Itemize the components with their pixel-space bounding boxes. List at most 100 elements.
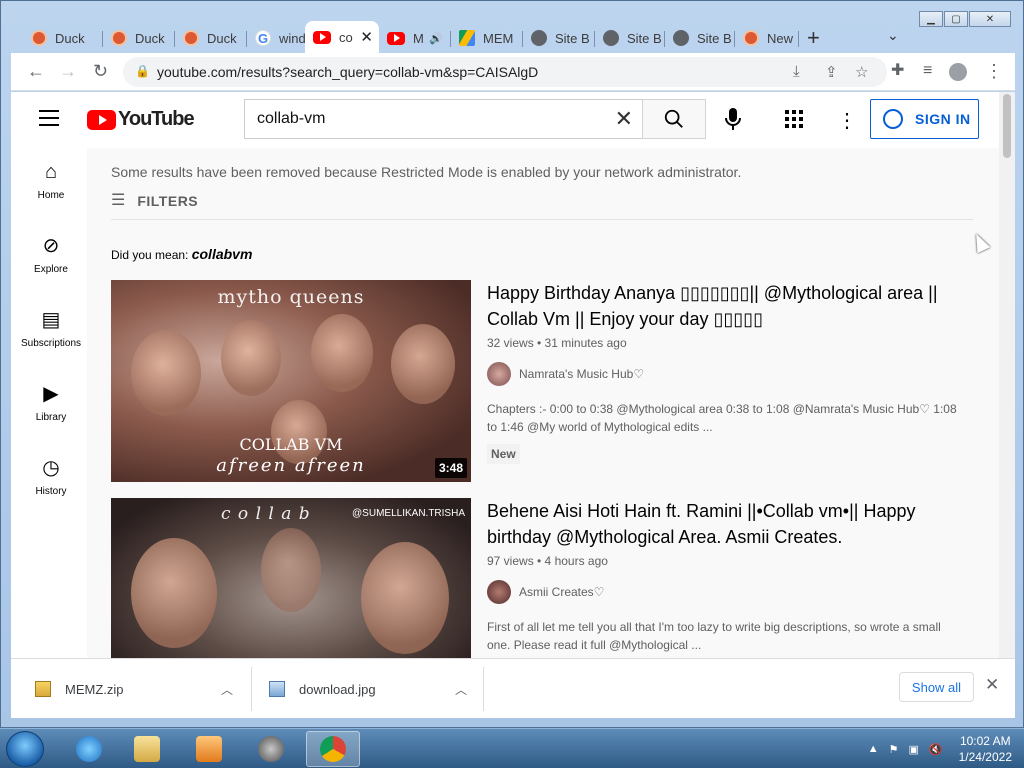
tab-duckduckgo-2[interactable]: Duck [103, 23, 175, 53]
google-icon: G [255, 30, 271, 46]
guide-label: Home [37, 190, 65, 201]
channel-avatar [487, 580, 511, 604]
tab-site-1[interactable]: Site B [523, 23, 595, 53]
download-bar: MEMZ.zip ︿ download.jpg ︿ Show all ✕ [11, 658, 1015, 718]
tab-label: Site B [555, 30, 590, 46]
start-button[interactable] [6, 731, 44, 767]
file-explorer-taskbar-icon[interactable] [120, 731, 174, 767]
tab-google[interactable]: Gwindo [247, 23, 307, 53]
filters-button[interactable]: ☰ FILTERS [111, 192, 973, 220]
guide-item-library[interactable]: ▶ Library [11, 382, 91, 423]
tab-new[interactable]: New [735, 23, 799, 53]
clear-search-icon[interactable]: ✕ [615, 106, 633, 132]
thumbnail-text: mytho queens [217, 286, 365, 308]
download-item-jpg[interactable]: download.jpg ︿ [269, 659, 483, 719]
microphone-icon[interactable] [724, 107, 742, 131]
back-arrow-icon[interactable]: ← [27, 61, 45, 81]
tab-label: MEM [483, 30, 514, 46]
raccoon-app-taskbar-icon[interactable] [244, 731, 298, 767]
duration-badge: 3:48 [434, 458, 467, 478]
video-stats: 97 views • 4 hours ago [487, 554, 608, 568]
youtube-icon [313, 30, 331, 44]
tab-youtube-audio[interactable]: M 🔊 [379, 23, 451, 53]
tab-site-3[interactable]: Site B [665, 23, 735, 53]
install-icon[interactable]: ⤓ [793, 63, 800, 80]
apps-grid-icon[interactable] [785, 110, 803, 128]
sign-in-button[interactable]: SIGN IN [870, 99, 979, 139]
chrome-menu-icon[interactable]: ⋮ [985, 61, 1003, 81]
close-tab-icon[interactable]: ✕ [360, 28, 373, 46]
home-icon: ⌂ [44, 161, 58, 183]
lock-icon: 🔒 [135, 64, 150, 78]
media-control-icon[interactable]: ≡ [923, 61, 932, 81]
share-icon[interactable]: ⇪ [825, 63, 838, 81]
video-title[interactable]: Happy Birthday Ananya ▯▯▯▯▯▯▯|| @Mytholo… [487, 280, 967, 332]
guide-item-explore[interactable]: ⊘ Explore [11, 234, 91, 275]
settings-more-icon[interactable]: ⋮ [837, 108, 857, 133]
search-input[interactable]: collab-vm ✕ [244, 99, 643, 139]
tab-label: Duck [135, 30, 165, 46]
download-filename: MEMZ.zip [65, 681, 124, 697]
channel-name: Asmii Creates♡ [519, 585, 605, 599]
tab-duckduckgo-3[interactable]: Duck [175, 23, 247, 53]
clock[interactable]: 10:02 AM 1/24/2022 [959, 733, 1012, 765]
close-download-bar-icon[interactable]: ✕ [985, 675, 999, 695]
profile-avatar-icon[interactable] [949, 63, 967, 81]
youtube-icon [387, 31, 405, 45]
channel-link[interactable]: Namrata's Music Hub♡ [487, 362, 967, 386]
tab-strip: Duck Duck Duck Gwindo co✕ M🔊 MEM Site B … [11, 21, 1015, 53]
video-result[interactable]: c o l l a b @SUMELLIKAN.TRISHA Behene Ai… [111, 498, 975, 658]
scrollbar-thumb[interactable] [1003, 94, 1011, 158]
chevron-up-icon[interactable]: ︿ [221, 681, 233, 698]
tab-label: New [767, 30, 794, 46]
network-icon[interactable]: ▣ [909, 743, 919, 756]
did-you-mean-link[interactable]: collabvm [192, 246, 253, 262]
globe-icon [531, 30, 547, 46]
guide-label: Library [35, 412, 67, 423]
new-tab-button[interactable]: + [807, 25, 820, 51]
search-button[interactable] [642, 99, 706, 139]
video-meta: Happy Birthday Ananya ▯▯▯▯▯▯▯|| @Mytholo… [487, 280, 967, 464]
page-scrollbar[interactable] [999, 92, 1015, 658]
extensions-puzzle-icon[interactable]: ✚ [891, 61, 904, 81]
video-result[interactable]: mytho queens COLLAB VM afreen afreen 3:4… [111, 280, 975, 486]
video-thumbnail[interactable]: mytho queens COLLAB VM afreen afreen 3:4… [111, 280, 471, 482]
channel-link[interactable]: Asmii Creates♡ [487, 580, 967, 604]
guide-label: History [35, 486, 67, 497]
chrome-taskbar-icon[interactable] [306, 731, 360, 767]
show-all-downloads-button[interactable]: Show all [899, 672, 974, 702]
guide-item-home[interactable]: ⌂ Home [11, 160, 91, 201]
video-description: Chapters :- 0:00 to 0:38 @Mythological a… [487, 402, 957, 434]
video-stats: 32 views • 31 minutes ago [487, 336, 627, 350]
tab-google-drive[interactable]: MEM [451, 23, 523, 53]
reload-icon[interactable]: ↻ [93, 61, 108, 81]
volume-muted-icon[interactable]: 🔇 [929, 743, 943, 756]
tab-site-2[interactable]: Site B [595, 23, 665, 53]
thumbnail-text: afreen afreen [216, 455, 366, 476]
tab-youtube-active[interactable]: co ✕ [305, 21, 379, 53]
guide-item-subscriptions[interactable]: ▤ Subscriptions [11, 308, 91, 349]
tab-duckduckgo-1[interactable]: Duck [23, 23, 103, 53]
video-title[interactable]: Behene Aisi Hoti Hain ft. Ramini ||•Coll… [487, 498, 967, 550]
youtube-play-icon [87, 109, 116, 130]
chevron-up-icon[interactable]: ︿ [455, 681, 467, 698]
address-bar[interactable]: 🔒 youtube.com/results?search_query=colla… [123, 57, 887, 87]
hamburger-menu-icon[interactable] [39, 110, 59, 126]
internet-explorer-taskbar-icon[interactable] [62, 731, 116, 767]
show-hidden-icons-chevron-icon[interactable]: ▲ [868, 743, 879, 755]
action-center-flag-icon[interactable]: ⚑ [889, 743, 899, 756]
forward-arrow-icon[interactable]: → [59, 61, 77, 81]
guide-item-history[interactable]: ◷ History [11, 456, 91, 497]
logo-text: YouTube [118, 108, 195, 130]
thumbnail-handle: @SUMELLIKAN.TRISHA [352, 508, 465, 519]
windows-taskbar: ▲ ⚑ ▣ 🔇 10:02 AM 1/24/2022 [0, 728, 1024, 768]
history-icon: ◷ [42, 457, 60, 479]
youtube-logo[interactable]: YouTube [87, 108, 195, 131]
system-tray: ▲ ⚑ ▣ 🔇 10:02 AM 1/24/2022 [868, 733, 1012, 765]
video-thumbnail[interactable]: c o l l a b @SUMELLIKAN.TRISHA [111, 498, 471, 658]
bookmark-star-icon[interactable]: ☆ [855, 63, 868, 81]
tab-search-chevron-icon[interactable]: ⌄ [887, 27, 899, 44]
download-item-zip[interactable]: MEMZ.zip ︿ [35, 659, 251, 719]
tab-label: Duck [55, 30, 85, 46]
media-player-taskbar-icon[interactable] [182, 731, 236, 767]
